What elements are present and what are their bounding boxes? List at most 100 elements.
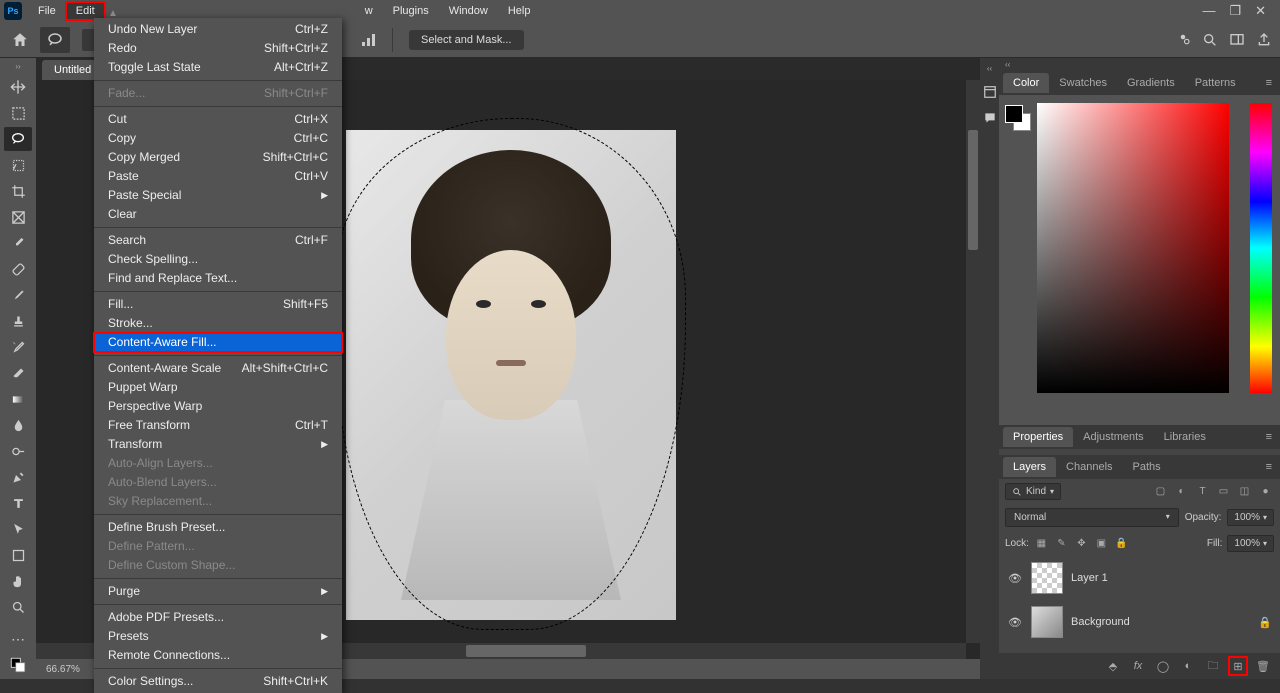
maximize-icon[interactable]: ❐: [1229, 3, 1241, 19]
link-layers-icon[interactable]: ⬘: [1104, 657, 1122, 675]
menu-item-transform[interactable]: Transform▶: [94, 435, 342, 454]
toolbar-expand-icon[interactable]: ››: [15, 62, 20, 71]
visibility-icon[interactable]: 👁: [1007, 616, 1023, 629]
filter-kind-select[interactable]: Kind ▾: [1005, 483, 1061, 500]
layer-thumbnail[interactable]: [1031, 606, 1063, 638]
cloud-share-icon[interactable]: [1174, 31, 1192, 49]
adjustment-layer-icon[interactable]: ◐: [1179, 657, 1197, 675]
panel-menu-icon[interactable]: ≡: [1258, 77, 1280, 89]
tab-properties[interactable]: Properties: [1003, 427, 1073, 447]
tab-patterns[interactable]: Patterns: [1185, 73, 1246, 93]
magic-wand-tool-icon[interactable]: [4, 153, 32, 177]
menu-item-remote-connections[interactable]: Remote Connections...: [94, 646, 342, 665]
expand-icon[interactable]: ‹‹: [987, 64, 992, 73]
group-icon[interactable]: 🗀: [1204, 657, 1222, 675]
menu-item-purge[interactable]: Purge▶: [94, 582, 342, 601]
lasso-tool-icon[interactable]: [4, 127, 32, 151]
menu-item-define-brush-preset[interactable]: Define Brush Preset...: [94, 518, 342, 537]
home-icon[interactable]: [8, 28, 32, 52]
gradient-tool-icon[interactable]: [4, 387, 32, 411]
shape-tool-icon[interactable]: [4, 543, 32, 567]
visibility-icon[interactable]: 👁: [1007, 572, 1023, 585]
collapse-icon[interactable]: ‹‹: [999, 58, 1280, 71]
filter-shape-icon[interactable]: ▭: [1215, 483, 1232, 500]
share-icon[interactable]: [1256, 32, 1272, 48]
levels-icon[interactable]: [360, 32, 380, 48]
menu-item-undo-new-layer[interactable]: Undo New LayerCtrl+Z: [94, 20, 342, 39]
filter-smart-icon[interactable]: ◫: [1236, 483, 1253, 500]
panel-menu-icon[interactable]: ≡: [1258, 431, 1280, 443]
menu-plugins[interactable]: Plugins: [383, 2, 439, 20]
menu-item-check-spelling[interactable]: Check Spelling...: [94, 250, 342, 269]
menu-truncated[interactable]: w: [355, 2, 383, 20]
menu-item-cut[interactable]: CutCtrl+X: [94, 110, 342, 129]
tab-color[interactable]: Color: [1003, 73, 1049, 93]
scroll-up-icon[interactable]: ▲: [108, 8, 118, 19]
eyedropper-tool-icon[interactable]: [4, 231, 32, 255]
color-swatches-icon[interactable]: [4, 653, 32, 677]
menu-item-content-aware-scale[interactable]: Content-Aware ScaleAlt+Shift+Ctrl+C: [94, 359, 342, 378]
menu-item-find-and-replace-text[interactable]: Find and Replace Text...: [94, 269, 342, 288]
type-tool-icon[interactable]: [4, 491, 32, 515]
vertical-scrollbar[interactable]: [966, 80, 980, 643]
document-canvas[interactable]: [346, 130, 676, 620]
menu-item-color-settings[interactable]: Color Settings...Shift+Ctrl+K: [94, 672, 342, 691]
color-picker-field[interactable]: [1037, 103, 1229, 393]
tab-layers[interactable]: Layers: [1003, 457, 1056, 477]
menu-item-copy[interactable]: CopyCtrl+C: [94, 129, 342, 148]
lasso-tool-indicator[interactable]: [40, 27, 70, 53]
layer-thumbnail[interactable]: [1031, 562, 1063, 594]
tab-libraries[interactable]: Libraries: [1154, 427, 1216, 447]
crop-tool-icon[interactable]: [4, 179, 32, 203]
menu-item-content-aware-fill[interactable]: Content-Aware Fill...: [94, 333, 342, 352]
menu-item-stroke[interactable]: Stroke...: [94, 314, 342, 333]
brush-tool-icon[interactable]: [4, 283, 32, 307]
hue-slider[interactable]: [1250, 103, 1272, 393]
dodge-tool-icon[interactable]: [4, 439, 32, 463]
foreground-color-swatch[interactable]: [1005, 105, 1023, 123]
path-select-tool-icon[interactable]: [4, 517, 32, 541]
select-and-mask-button[interactable]: Select and Mask...: [409, 30, 524, 50]
scrollbar-thumb[interactable]: [466, 645, 586, 657]
delete-layer-icon[interactable]: 🗑: [1254, 657, 1272, 675]
fill-value[interactable]: 100%▾: [1227, 535, 1274, 552]
opacity-value[interactable]: 100%▾: [1227, 509, 1274, 526]
menu-item-fill[interactable]: Fill...Shift+F5: [94, 295, 342, 314]
lock-pixels-icon[interactable]: ✎: [1054, 536, 1069, 551]
menu-item-free-transform[interactable]: Free TransformCtrl+T: [94, 416, 342, 435]
history-panel-icon[interactable]: [983, 85, 997, 99]
menu-item-toggle-last-state[interactable]: Toggle Last StateAlt+Ctrl+Z: [94, 58, 342, 77]
layer-style-icon[interactable]: fx: [1129, 657, 1147, 675]
workspace-icon[interactable]: [1228, 32, 1246, 48]
lock-icon[interactable]: 🔒: [1258, 616, 1272, 629]
zoom-tool-icon[interactable]: [4, 595, 32, 619]
more-tools-icon[interactable]: ⋯: [4, 627, 32, 651]
frame-tool-icon[interactable]: [4, 205, 32, 229]
menu-item-paste[interactable]: PasteCtrl+V: [94, 167, 342, 186]
heal-tool-icon[interactable]: [4, 257, 32, 281]
marquee-tool-icon[interactable]: [4, 101, 32, 125]
layer-name[interactable]: Background: [1071, 616, 1130, 628]
filter-type-icon[interactable]: T: [1194, 483, 1211, 500]
menu-item-search[interactable]: SearchCtrl+F: [94, 231, 342, 250]
menu-file[interactable]: File: [28, 2, 66, 20]
lock-all-icon[interactable]: 🔒: [1114, 536, 1129, 551]
close-icon[interactable]: ✕: [1255, 3, 1266, 19]
menu-item-redo[interactable]: RedoShift+Ctrl+Z: [94, 39, 342, 58]
stamp-tool-icon[interactable]: [4, 309, 32, 333]
panel-menu-icon[interactable]: ≡: [1258, 461, 1280, 473]
layer-row[interactable]: 👁 Background 🔒: [999, 600, 1280, 644]
search-icon[interactable]: [1202, 32, 1218, 48]
comments-panel-icon[interactable]: [983, 111, 997, 125]
scrollbar-thumb[interactable]: [968, 130, 978, 250]
menu-window[interactable]: Window: [439, 2, 498, 20]
pen-tool-icon[interactable]: [4, 465, 32, 489]
zoom-level[interactable]: 66.67%: [46, 664, 80, 675]
menu-item-clear[interactable]: Clear: [94, 205, 342, 224]
menu-item-presets[interactable]: Presets▶: [94, 627, 342, 646]
tab-swatches[interactable]: Swatches: [1049, 73, 1117, 93]
menu-item-adobe-pdf-presets[interactable]: Adobe PDF Presets...: [94, 608, 342, 627]
filter-toggle-icon[interactable]: ●: [1257, 483, 1274, 500]
menu-item-copy-merged[interactable]: Copy MergedShift+Ctrl+C: [94, 148, 342, 167]
lock-position-icon[interactable]: ✥: [1074, 536, 1089, 551]
